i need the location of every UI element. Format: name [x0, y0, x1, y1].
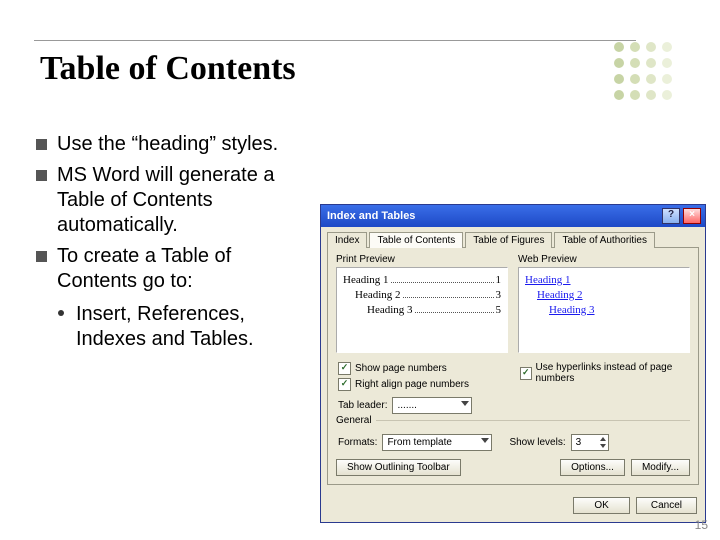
show-page-numbers-label: Show page numbers — [355, 363, 447, 374]
close-button[interactable]: × — [683, 208, 701, 224]
preview-hyperlink: Heading 3 — [549, 304, 595, 316]
tabs-row: Index Table of Contents Table of Figures… — [321, 227, 705, 247]
tab-table-of-figures[interactable]: Table of Figures — [465, 232, 552, 248]
leader-dots-icon — [403, 291, 494, 298]
formats-select[interactable]: From template — [382, 434, 492, 451]
preview-page-number: 5 — [496, 303, 502, 318]
preview-hyperlink: Heading 2 — [537, 289, 583, 301]
bullet-list: Use the “heading” styles. MS Word will g… — [36, 132, 316, 352]
tab-leader-label: Tab leader: — [338, 400, 387, 411]
tab-leader-select[interactable]: ....... — [392, 397, 472, 414]
cancel-button[interactable]: Cancel — [636, 497, 697, 514]
tab-table-of-authorities[interactable]: Table of Authorities — [554, 232, 655, 248]
web-preview-label: Web Preview — [518, 254, 690, 265]
tab-index[interactable]: Index — [327, 232, 367, 248]
decorative-dot-grid — [614, 42, 672, 100]
leader-dots-icon — [391, 276, 494, 283]
web-preview-box: Heading 1 Heading 2 Heading 3 — [518, 267, 690, 353]
preview-heading: Heading 1 — [343, 273, 389, 288]
right-align-label: Right align page numbers — [355, 379, 469, 390]
formats-label: Formats: — [338, 437, 377, 448]
dot-bullet-icon — [58, 310, 64, 316]
tab-panel: Print Preview Heading 1 1 Heading 2 3 — [327, 247, 699, 485]
list-item: Use the “heading” styles. — [36, 132, 316, 157]
preview-heading: Heading 3 — [367, 303, 413, 318]
dialog-titlebar[interactable]: Index and Tables ? × — [321, 205, 705, 227]
index-and-tables-dialog: Index and Tables ? × Index Table of Cont… — [320, 204, 706, 523]
right-align-checkbox[interactable]: ✓ — [338, 378, 351, 391]
list-item: To create a Table of Contents go to: — [36, 244, 316, 294]
square-bullet-icon — [36, 170, 47, 181]
show-levels-spin[interactable]: 3 — [571, 434, 609, 451]
preview-page-number: 1 — [496, 273, 502, 288]
bullet-text: Use the “heading” styles. — [57, 132, 278, 157]
preview-page-number: 3 — [496, 288, 502, 303]
square-bullet-icon — [36, 251, 47, 262]
list-item-sub: Insert, References, Indexes and Tables. — [58, 302, 316, 352]
title-rule — [34, 40, 636, 41]
slide-title: Table of Contents — [40, 50, 296, 88]
show-page-numbers-checkbox[interactable]: ✓ — [338, 362, 351, 375]
bullet-text: To create a Table of Contents go to: — [57, 244, 316, 294]
show-outlining-toolbar-button[interactable]: Show Outlining Toolbar — [336, 459, 461, 476]
help-button[interactable]: ? — [662, 208, 680, 224]
tab-table-of-contents[interactable]: Table of Contents — [369, 232, 463, 248]
options-button[interactable]: Options... — [560, 459, 625, 476]
preview-heading: Heading 2 — [355, 288, 401, 303]
ok-button[interactable]: OK — [573, 497, 629, 514]
print-preview-label: Print Preview — [336, 254, 508, 265]
slide-number: 15 — [695, 518, 708, 532]
show-levels-label: Show levels: — [509, 437, 565, 448]
bullet-text: MS Word will generate a Table of Content… — [57, 163, 316, 238]
sub-bullet-text: Insert, References, Indexes and Tables. — [76, 302, 316, 352]
modify-button[interactable]: Modify... — [631, 459, 690, 476]
print-preview-box: Heading 1 1 Heading 2 3 Heading 3 — [336, 267, 508, 353]
leader-dots-icon — [415, 306, 494, 313]
list-item: MS Word will generate a Table of Content… — [36, 163, 316, 238]
square-bullet-icon — [36, 139, 47, 150]
hyperlinks-label: Use hyperlinks instead of page numbers — [536, 362, 690, 384]
dialog-title: Index and Tables — [327, 210, 415, 222]
hyperlinks-checkbox[interactable]: ✓ — [520, 367, 532, 380]
preview-hyperlink: Heading 1 — [525, 274, 571, 286]
